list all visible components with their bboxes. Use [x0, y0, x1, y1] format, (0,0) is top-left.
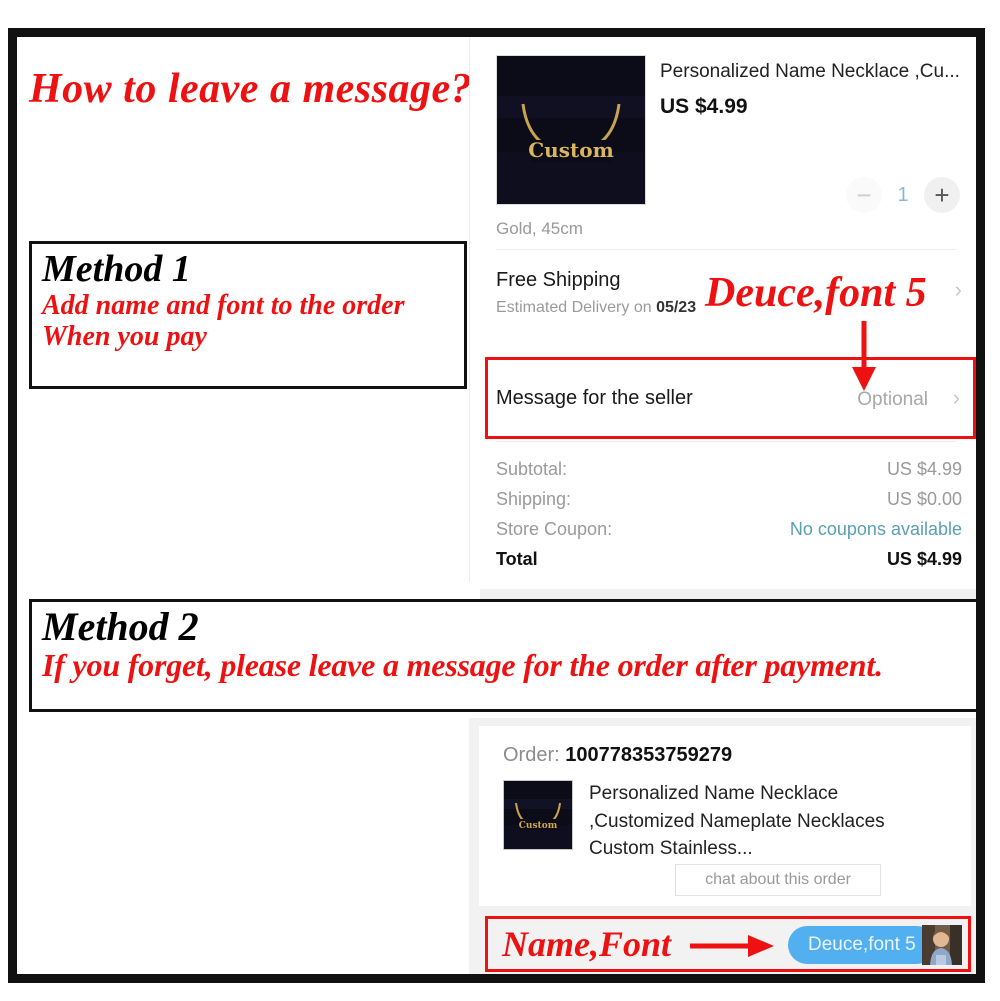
- shipping-cost-value: US $0.00: [886, 489, 962, 509]
- shipping-estimate-prefix: Estimated Delivery on: [496, 299, 657, 316]
- annotation-down-arrow-icon: [852, 321, 876, 391]
- subtotal-label: Subtotal:: [496, 459, 568, 479]
- product-variant: Gold, 45cm: [496, 219, 583, 238]
- necklace-image: Custom: [497, 56, 645, 204]
- method-1-line-1: Add name and font to the order: [42, 289, 405, 321]
- shipping-estimate: Estimated Delivery on 05/23: [496, 299, 696, 317]
- product-row: Custom Personalized Name Necklace ,Cu...…: [470, 45, 976, 213]
- shipping-estimate-date: 05/23: [656, 299, 697, 316]
- order-product-thumbnail[interactable]: Custom: [503, 780, 573, 850]
- total-row: Subtotal: US $4.99: [470, 459, 976, 489]
- annotation-right-arrow-icon: [690, 935, 774, 957]
- product-price: US $4.99: [660, 95, 748, 118]
- poster-canvas: How to leave a message? Custom Personali…: [17, 37, 976, 974]
- total-row: Store Coupon: No coupons available: [470, 519, 976, 549]
- order-id-number: 100778353759279: [565, 744, 733, 766]
- divider-above-shipping: [496, 249, 956, 250]
- necklace-image: Custom: [504, 781, 572, 849]
- shipping-cost-label: Shipping:: [496, 489, 572, 509]
- order-thumbnail-custom-text: Custom: [519, 821, 558, 831]
- order-id-prefix: Order:: [503, 744, 566, 766]
- product-title: Personalized Name Necklace ,Cu...: [660, 61, 960, 82]
- method-1-line-2: When you pay: [42, 321, 207, 353]
- shipping-title: Free Shipping: [496, 269, 621, 291]
- quantity-decrease-button[interactable]: −: [846, 177, 882, 213]
- store-coupon-label: Store Coupon:: [496, 519, 613, 539]
- grand-total-label: Total: [496, 549, 538, 569]
- method-2-box: Method 2 If you forget, please leave a m…: [29, 599, 976, 712]
- store-coupon-value[interactable]: No coupons available: [790, 519, 962, 540]
- chevron-right-icon[interactable]: ›: [955, 277, 962, 303]
- total-row: Shipping: US $0.00: [470, 489, 976, 519]
- quantity-increase-button[interactable]: +: [924, 177, 960, 213]
- chat-about-order-button[interactable]: chat about this order: [675, 864, 881, 896]
- chat-bubble-text: Deuce,font 5: [808, 934, 916, 955]
- quantity-stepper[interactable]: − 1 +: [846, 177, 960, 213]
- chat-message-highlight: Name,Font Deuce,font 5: [485, 916, 971, 972]
- avatar-photo: [922, 925, 962, 965]
- method-2-line-1: If you forget, please leave a message fo…: [42, 647, 883, 683]
- page-title: How to leave a message?: [29, 66, 473, 112]
- quantity-value: 1: [897, 183, 909, 206]
- method-1-title: Method 1: [42, 248, 191, 290]
- annotation-name-font: Name,Font: [502, 924, 672, 964]
- divider-above-message: [496, 357, 956, 358]
- divider-below-message: [496, 441, 956, 442]
- method-2-title: Method 2: [42, 604, 199, 649]
- message-for-seller-row[interactable]: Message for the seller Optional ›: [470, 359, 976, 441]
- order-totals: Subtotal: US $4.99 Shipping: US $0.00 St…: [470, 459, 976, 579]
- order-product-description: Personalized Name Necklace ,Customized N…: [589, 783, 885, 860]
- annotation-deuce-font: Deuce,font 5: [705, 270, 927, 316]
- order-section: Order: 100778353759279 Custom Personaliz…: [469, 718, 976, 974]
- order-id: Order: 100778353759279: [503, 744, 732, 767]
- poster-frame: How to leave a message? Custom Personali…: [8, 28, 985, 983]
- chevron-right-icon[interactable]: ›: [953, 385, 960, 411]
- thumbnail-custom-text: Custom: [528, 138, 613, 162]
- avatar[interactable]: [922, 925, 962, 965]
- order-card: Order: 100778353759279 Custom Personaliz…: [479, 726, 971, 906]
- subtotal-value: US $4.99: [886, 459, 962, 479]
- method-1-box: Method 1 Add name and font to the order …: [29, 241, 467, 389]
- message-for-seller-label: Message for the seller: [496, 387, 693, 409]
- chat-bubble[interactable]: Deuce,font 5: [788, 926, 936, 964]
- total-row: Total US $4.99: [470, 549, 976, 579]
- grand-total-value: US $4.99: [886, 549, 962, 569]
- product-thumbnail[interactable]: Custom: [496, 55, 646, 205]
